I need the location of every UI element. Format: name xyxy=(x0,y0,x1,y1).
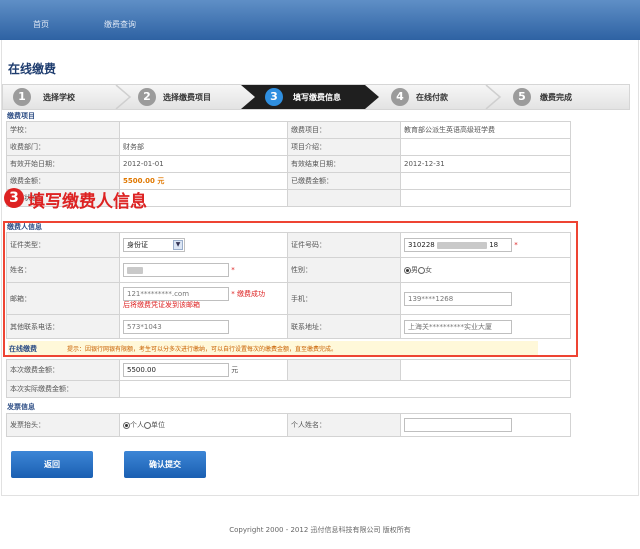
desc-value xyxy=(400,138,571,156)
step-label: 缴费完成 xyxy=(540,93,572,102)
step-4: 4 在线付款 xyxy=(391,85,491,109)
actual-amount-value xyxy=(119,380,571,398)
invoice-radio-group: 个人 单位 xyxy=(119,413,288,437)
paid-label: 已缴费金额： xyxy=(287,172,401,190)
paid-value xyxy=(400,172,571,190)
step-number: 4 xyxy=(391,88,409,106)
this-amount-label: 本次缴费金额： xyxy=(6,359,120,381)
step-label: 在线付款 xyxy=(416,93,448,102)
back-button[interactable]: 返回 xyxy=(11,451,93,478)
step-divider xyxy=(115,85,132,109)
end-date-value: 2012-12-31 xyxy=(400,155,571,173)
step-number: 2 xyxy=(138,88,156,106)
footer-copyright: Copyright 2000 - 2012 迅付信息科技有限公司 版权所有 xyxy=(229,526,411,534)
dept-value: 财务部 xyxy=(119,138,288,156)
invoice-table: 发票抬头： 个人 单位 个人姓名： xyxy=(6,413,571,437)
annotation-badge: 3 xyxy=(4,188,24,208)
step-label: 选择学校 xyxy=(43,93,75,102)
section-title-invoice: 发票信息 xyxy=(7,403,35,411)
annotation-text: 填写缴费人信息 xyxy=(28,192,147,212)
step-1: 1 选择学校 xyxy=(13,85,113,109)
step-label: 选择缴费项目 xyxy=(163,93,211,102)
step-label: 填写缴费信息 xyxy=(293,93,341,102)
highlight-frame xyxy=(3,221,578,357)
step-3-active: 3 填写缴费信息 xyxy=(263,85,363,109)
step-5: 5 缴费完成 xyxy=(513,85,613,109)
radio-personal[interactable] xyxy=(123,421,130,429)
nav-home-link[interactable]: 首页 xyxy=(33,19,49,30)
nav-query-link[interactable]: 缴费查询 xyxy=(104,19,136,30)
this-amount-input[interactable]: 5500.00 xyxy=(123,363,229,377)
person-name-label: 个人姓名： xyxy=(287,413,401,437)
dept-label: 收费部门： xyxy=(6,138,120,156)
section-title-item: 缴费项目 xyxy=(7,112,35,120)
desc-label: 项目介绍： xyxy=(287,138,401,156)
opt-company-label: 单位 xyxy=(151,421,165,429)
step-number: 1 xyxy=(13,88,31,106)
start-date-value: 2012-01-01 xyxy=(119,155,288,173)
item-value: 教育部公派生英语高级班学费 xyxy=(400,121,571,139)
step-number: 3 xyxy=(265,88,283,106)
step-2: 2 选择缴费项目 xyxy=(138,85,238,109)
submit-button[interactable]: 确认提交 xyxy=(124,451,206,478)
school-value xyxy=(119,121,288,139)
online-pay-table: 本次缴费金额： 5500.00 元 本次实际缴费金额： xyxy=(6,359,571,398)
person-name-input[interactable] xyxy=(404,418,512,432)
page-title: 在线缴费 xyxy=(8,62,57,76)
invoice-header-label: 发票抬头： xyxy=(6,413,120,437)
step-number: 5 xyxy=(513,88,531,106)
amount-unit: 元 xyxy=(231,366,239,374)
actual-amount-label: 本次实际缴费金额： xyxy=(6,380,120,398)
start-date-label: 有效开始日期： xyxy=(6,155,120,173)
step-progress-bar: 1 选择学校 2 选择缴费项目 3 填写缴费信息 4 在线付款 5 缴费完成 xyxy=(2,84,630,110)
radio-company[interactable] xyxy=(144,421,151,429)
opt-personal-label: 个人 xyxy=(130,421,144,429)
school-label: 学校： xyxy=(6,121,120,139)
end-date-label: 有效结束日期： xyxy=(287,155,401,173)
item-label: 缴费项目： xyxy=(287,121,401,139)
top-nav-bar: 首页 缴费查询 xyxy=(0,0,640,40)
